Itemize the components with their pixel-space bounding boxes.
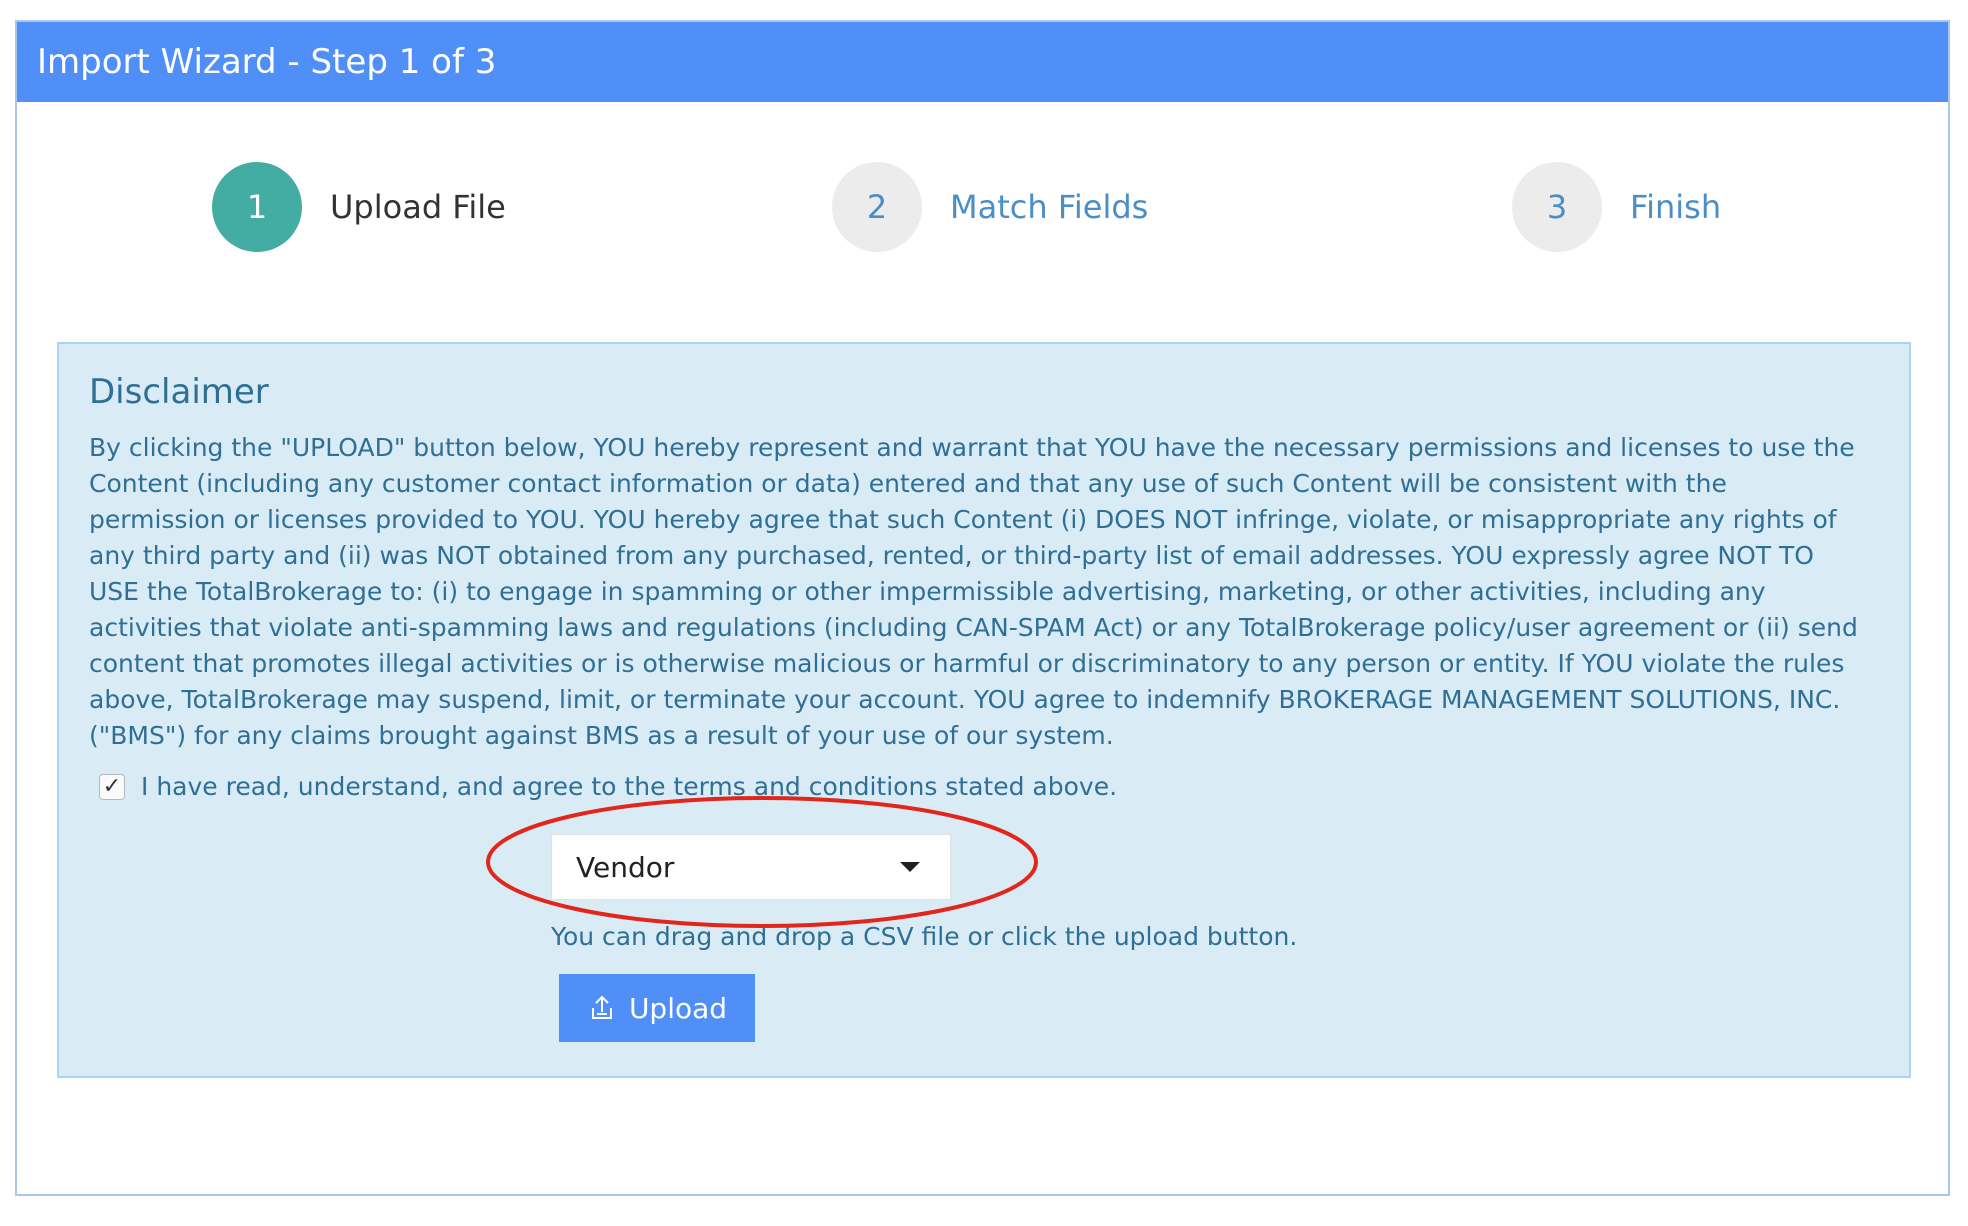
upload-button[interactable]: Upload (559, 974, 755, 1042)
disclaimer-text: By clicking the "UPLOAD" button below, Y… (89, 433, 1858, 750)
step-upload-file: 1 Upload File (212, 162, 506, 252)
agree-checkbox[interactable]: ✓ (99, 773, 125, 800)
step-match-fields[interactable]: 2 Match Fields (832, 162, 1148, 252)
wizard-title: Import Wizard - Step 1 of 3 (17, 22, 1948, 102)
upload-help-text: You can drag and drop a CSV file or clic… (551, 922, 1298, 951)
import-wizard-panel: Import Wizard - Step 1 of 3 1 Upload Fil… (15, 20, 1950, 1196)
upload-button-label: Upload (628, 991, 728, 1025)
step-finish[interactable]: 3 Finish (1512, 162, 1721, 252)
step-label: Upload File (330, 188, 506, 226)
contact-type-select[interactable]: Vendor (551, 834, 951, 900)
disclaimer-box: Disclaimer By clicking the "UPLOAD" butt… (57, 342, 1911, 1078)
checkmark-icon: ✓ (102, 774, 122, 799)
step-number: 1 (212, 162, 302, 252)
select-value: Vendor (576, 850, 675, 884)
disclaimer-title: Disclaimer (89, 372, 269, 412)
upload-icon (587, 993, 617, 1023)
agree-row[interactable]: ✓ I have read, understand, and agree to … (99, 772, 1117, 801)
caret-down-icon (900, 862, 920, 872)
agree-label[interactable]: I have read, understand, and agree to th… (141, 772, 1117, 801)
step-number[interactable]: 2 (832, 162, 922, 252)
step-label[interactable]: Finish (1630, 188, 1721, 226)
step-label[interactable]: Match Fields (950, 188, 1148, 226)
step-number[interactable]: 3 (1512, 162, 1602, 252)
